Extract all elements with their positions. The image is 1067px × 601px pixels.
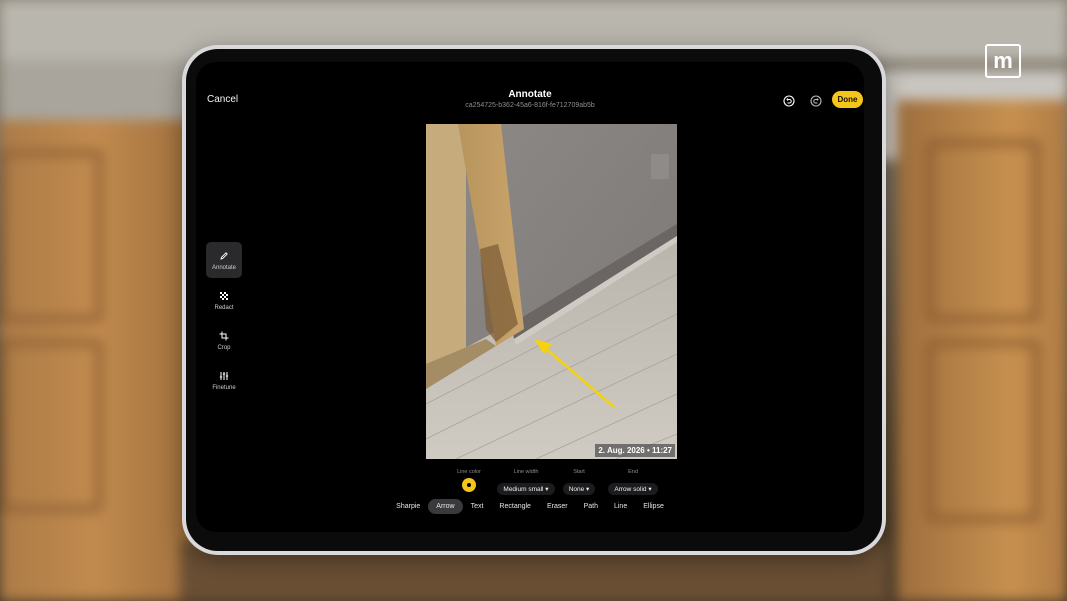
photo-image bbox=[426, 124, 677, 459]
photo-timestamp: 2. Aug. 2026 • 11:27 bbox=[595, 444, 675, 457]
tool-annotate[interactable]: Annotate bbox=[206, 242, 242, 278]
redo-button[interactable] bbox=[809, 94, 823, 108]
tool-sidebar: Annotate Redact Crop Finetune bbox=[206, 242, 242, 402]
mode-rectangle[interactable]: Rectangle bbox=[491, 499, 539, 514]
mode-eraser[interactable]: Eraser bbox=[539, 499, 576, 514]
page-title: Annotate bbox=[508, 89, 552, 100]
crop-icon bbox=[219, 331, 229, 340]
mode-arrow[interactable]: Arrow bbox=[428, 499, 463, 514]
tool-crop[interactable]: Crop bbox=[206, 322, 242, 358]
tablet-frame: Cancel Annotate ca254725-b362-45a6-816f-… bbox=[182, 45, 886, 555]
mode-ellipse[interactable]: Ellipse bbox=[635, 499, 672, 514]
line-width-select[interactable]: Medium small ▾ bbox=[497, 483, 555, 495]
undo-button[interactable] bbox=[782, 94, 796, 108]
mode-sharpie[interactable]: Sharpie bbox=[388, 499, 428, 514]
brand-logo: m bbox=[985, 44, 1021, 78]
sliders-icon bbox=[219, 371, 229, 380]
done-button[interactable]: Done bbox=[832, 91, 863, 108]
photo-canvas[interactable]: 2. Aug. 2026 • 11:27 bbox=[426, 124, 677, 459]
image-id-subtitle: ca254725-b362-45a6-816f-fe712709ab5b bbox=[465, 102, 595, 109]
mode-path[interactable]: Path bbox=[576, 499, 606, 514]
tool-redact[interactable]: Redact bbox=[206, 282, 242, 318]
shape-mode-bar: Sharpie Arrow Text Rectangle Eraser Path… bbox=[196, 499, 864, 514]
mode-line[interactable]: Line bbox=[606, 499, 635, 514]
end-select[interactable]: Arrow solid ▾ bbox=[608, 483, 658, 495]
start-select[interactable]: None ▾ bbox=[562, 483, 596, 495]
pencil-icon bbox=[220, 251, 228, 260]
redact-icon bbox=[220, 291, 228, 300]
annotate-screen: Cancel Annotate ca254725-b362-45a6-816f-… bbox=[196, 62, 864, 532]
line-color-button[interactable] bbox=[462, 478, 476, 492]
tool-finetune[interactable]: Finetune bbox=[206, 362, 242, 398]
undo-icon bbox=[783, 95, 795, 107]
mode-text[interactable]: Text bbox=[463, 499, 492, 514]
redo-icon bbox=[810, 95, 822, 107]
